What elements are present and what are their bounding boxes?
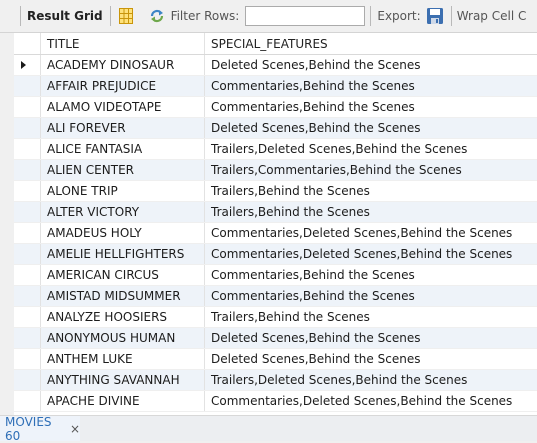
cell-title[interactable]: ANALYZE HOOSIERS	[41, 307, 205, 327]
table-row[interactable]: ANTHEM LUKE Deleted Scenes,Behind the Sce…	[14, 349, 537, 370]
cell-title[interactable]: ANYTHING SAVANNAH	[41, 370, 205, 390]
table-row[interactable]: ALI FOREVER Deleted Scenes,Behind the Sce…	[14, 118, 537, 139]
cell-special-features[interactable]: Commentaries,Behind the Scenes	[205, 97, 537, 117]
row-indicator[interactable]	[14, 349, 41, 369]
row-indicator[interactable]	[14, 160, 41, 180]
grid-header-row: TITLE SPECIAL_FEATURES	[14, 33, 537, 55]
table-row[interactable]: ANONYMOUS HUMAN Deleted Scenes,Behind the…	[14, 328, 537, 349]
row-indicator[interactable]	[14, 202, 41, 222]
cell-special-features[interactable]: Trailers,Deleted Scenes,Behind the Scene…	[205, 370, 537, 390]
cell-title[interactable]: AMERICAN CIRCUS	[41, 265, 205, 285]
table-row[interactable]: ALONE TRIP Trailers,Behind the Scenes	[14, 181, 537, 202]
cell-special-features[interactable]: Trailers,Behind the Scenes	[205, 202, 537, 222]
cell-title[interactable]: ALONE TRIP	[41, 181, 205, 201]
row-indicator[interactable]	[14, 118, 41, 138]
close-icon[interactable]: ×	[70, 422, 80, 436]
column-header-special-features[interactable]: SPECIAL_FEATURES	[205, 33, 537, 54]
cell-special-features[interactable]: Commentaries,Deleted Scenes,Behind the S…	[205, 223, 537, 243]
column-header-title[interactable]: TITLE	[41, 33, 205, 54]
cell-special-features[interactable]: Deleted Scenes,Behind the Scenes	[205, 55, 537, 75]
refresh-icon[interactable]	[149, 8, 165, 24]
cell-special-features[interactable]: Trailers,Commentaries,Behind the Scenes	[205, 160, 537, 180]
table-row[interactable]: ANYTHING SAVANNAH Trailers,Deleted Scenes…	[14, 370, 537, 391]
cell-title[interactable]: AMADEUS HOLY	[41, 223, 205, 243]
row-indicator[interactable]	[14, 286, 41, 306]
cell-title[interactable]: ALI FOREVER	[41, 118, 205, 138]
table-row[interactable]: ALICE FANTASIA Trailers,Deleted Scenes,Be…	[14, 139, 537, 160]
cell-special-features[interactable]: Commentaries,Deleted Scenes,Behind the S…	[205, 391, 537, 411]
row-indicator[interactable]	[14, 328, 41, 348]
table-row[interactable]: ACADEMY DINOSAUR Deleted Scenes,Behind th…	[14, 55, 537, 76]
tab-movies[interactable]: MOVIES 60 ×	[0, 414, 80, 443]
cell-title[interactable]: ALAMO VIDEOTAPE	[41, 97, 205, 117]
cell-special-features[interactable]: Trailers,Deleted Scenes,Behind the Scene…	[205, 139, 537, 159]
cell-title[interactable]: ACADEMY DINOSAUR	[41, 55, 205, 75]
cell-title[interactable]: ALTER VICTORY	[41, 202, 205, 222]
table-row[interactable]: AMERICAN CIRCUS Commentaries,Behind the S…	[14, 265, 537, 286]
cell-title[interactable]: AMELIE HELLFIGHTERS	[41, 244, 205, 264]
cell-title[interactable]: ANONYMOUS HUMAN	[41, 328, 205, 348]
row-indicator[interactable]	[14, 97, 41, 117]
tab-label: MOVIES 60	[5, 414, 52, 443]
toolbar-separator	[450, 6, 452, 26]
cell-special-features[interactable]: Deleted Scenes,Behind the Scenes	[205, 118, 537, 138]
result-toolbar: Result Grid Filter Rows: Export: Wrap Ce…	[0, 0, 537, 33]
table-row[interactable]: ALIEN CENTER Trailers,Commentaries,Behind…	[14, 160, 537, 181]
row-indicator[interactable]	[14, 76, 41, 96]
table-row[interactable]: AMISTAD MIDSUMMER Commentaries,Behind the…	[14, 286, 537, 307]
row-indicator[interactable]	[14, 223, 41, 243]
cell-special-features[interactable]: Commentaries,Behind the Scenes	[205, 76, 537, 96]
result-grid-label: Result Grid	[27, 9, 103, 23]
row-indicator[interactable]	[14, 244, 41, 264]
cell-special-features[interactable]: Commentaries,Behind the Scenes	[205, 265, 537, 285]
cell-special-features[interactable]: Deleted Scenes,Behind the Scenes	[205, 328, 537, 348]
row-indicator[interactable]	[14, 181, 41, 201]
cell-title[interactable]: APACHE DIVINE	[41, 391, 205, 411]
cell-title[interactable]: AMISTAD MIDSUMMER	[41, 286, 205, 306]
row-indicator[interactable]	[14, 265, 41, 285]
cell-title[interactable]: ANTHEM LUKE	[41, 349, 205, 369]
table-row[interactable]: ANALYZE HOOSIERS Trailers,Behind the Scen…	[14, 307, 537, 328]
table-row[interactable]: ALAMO VIDEOTAPE Commentaries,Behind the S…	[14, 97, 537, 118]
result-grid[interactable]: TITLE SPECIAL_FEATURES ACADEMY DINOSAUR D…	[14, 33, 537, 415]
export-label: Export:	[377, 9, 421, 23]
toolbar-separator	[370, 6, 372, 26]
cell-title[interactable]: ALIEN CENTER	[41, 160, 205, 180]
cell-special-features[interactable]: Trailers,Behind the Scenes	[205, 307, 537, 327]
cell-special-features[interactable]: Trailers,Behind the Scenes	[205, 181, 537, 201]
row-indicator[interactable]	[14, 307, 41, 327]
export-save-icon[interactable]	[426, 7, 444, 25]
filter-rows-input[interactable]	[245, 6, 366, 26]
filter-rows-label: Filter Rows:	[170, 9, 240, 23]
table-row[interactable]: APACHE DIVINE Commentaries,Deleted Scenes…	[14, 391, 537, 412]
cell-special-features[interactable]: Deleted Scenes,Behind the Scenes	[205, 349, 537, 369]
row-indicator[interactable]	[14, 370, 41, 390]
cell-title[interactable]: ALICE FANTASIA	[41, 139, 205, 159]
row-indicator-header	[14, 33, 41, 54]
current-row-arrow-icon	[21, 61, 26, 69]
table-row[interactable]: AFFAIR PREJUDICE Commentaries,Behind the …	[14, 76, 537, 97]
row-indicator[interactable]	[14, 391, 41, 411]
cell-title[interactable]: AFFAIR PREJUDICE	[41, 76, 205, 96]
table-row[interactable]: AMADEUS HOLY Commentaries,Deleted Scenes,…	[14, 223, 537, 244]
result-tab-strip: MOVIES 60 ×	[0, 414, 537, 443]
table-row[interactable]: ALTER VICTORY Trailers,Behind the Scenes	[14, 202, 537, 223]
grid-body: ACADEMY DINOSAUR Deleted Scenes,Behind th…	[14, 55, 537, 412]
wrap-cell-content-label[interactable]: Wrap Cell C	[457, 9, 527, 23]
row-indicator[interactable]	[14, 55, 41, 75]
toolbar-separator	[20, 6, 21, 26]
cell-special-features[interactable]: Commentaries,Behind the Scenes	[205, 286, 537, 306]
toolbar-separator	[109, 6, 111, 26]
grid-view-icon[interactable]	[118, 8, 133, 24]
table-row[interactable]: AMELIE HELLFIGHTERS Commentaries,Deleted …	[14, 244, 537, 265]
cell-special-features[interactable]: Commentaries,Deleted Scenes,Behind the S…	[205, 244, 537, 264]
row-indicator[interactable]	[14, 139, 41, 159]
